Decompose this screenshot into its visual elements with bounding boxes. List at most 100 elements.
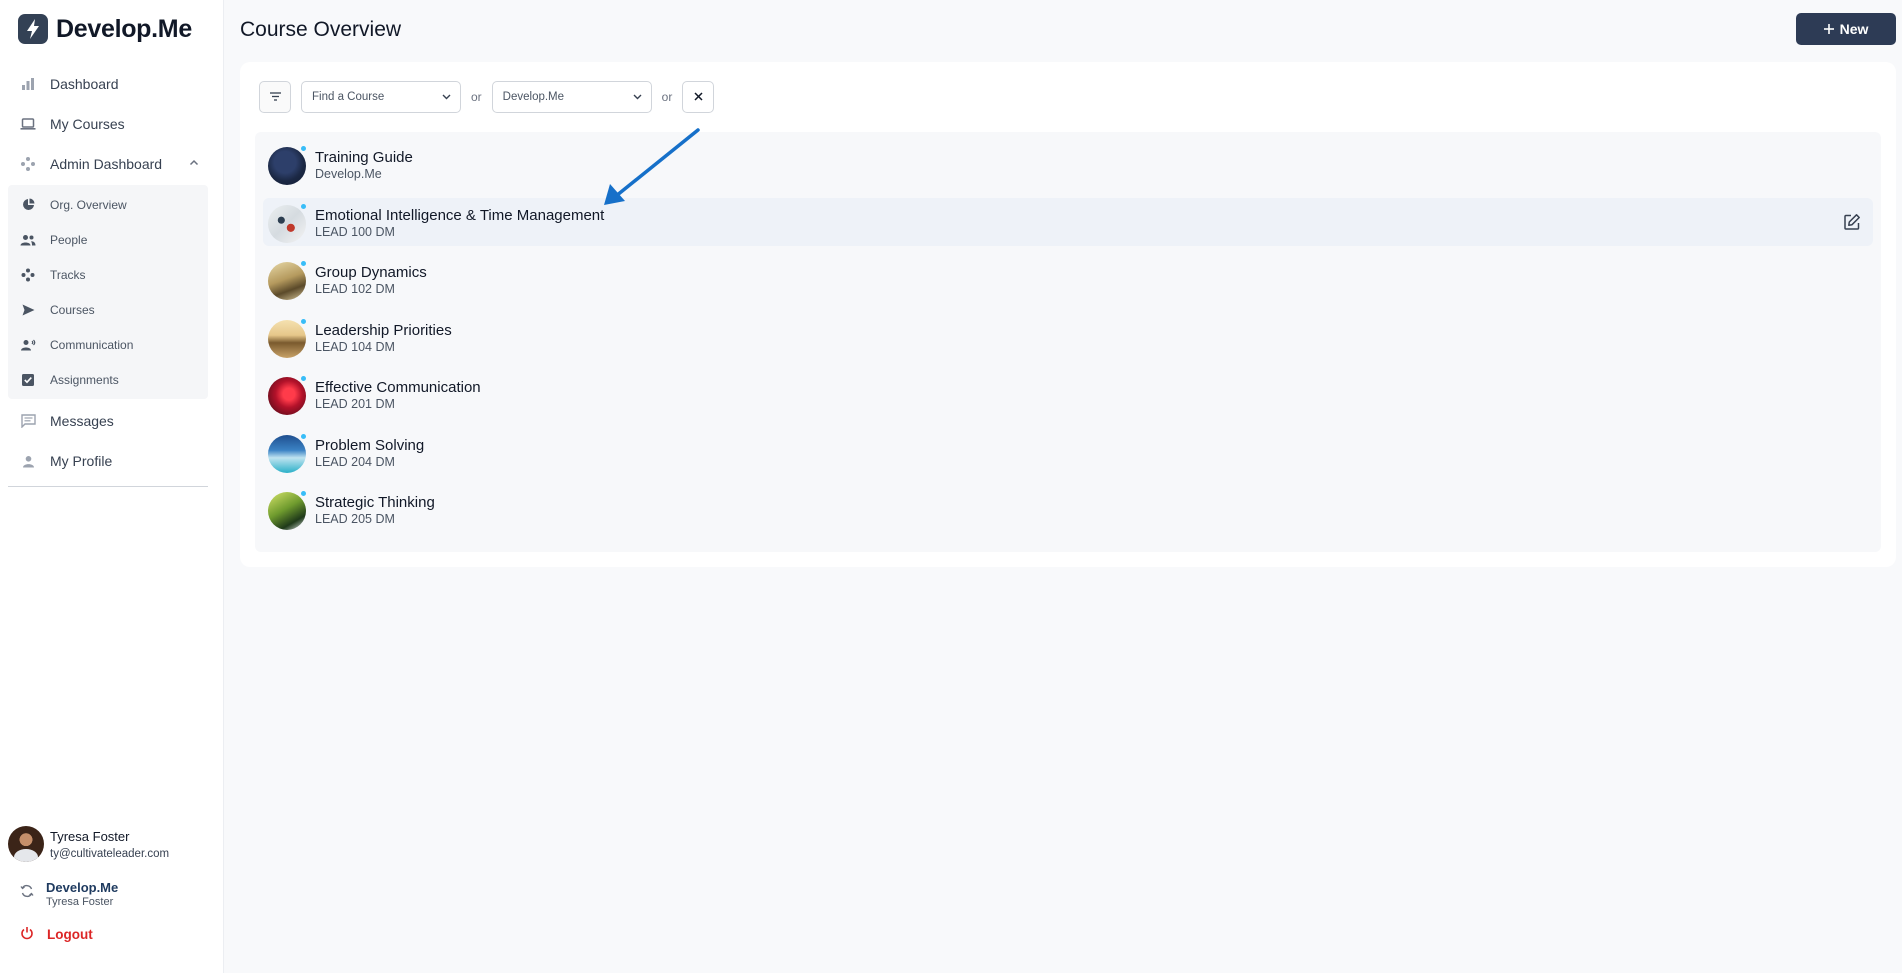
filter-bar: Find a Course or Develop.Me or bbox=[259, 81, 715, 113]
pie-chart-icon bbox=[20, 197, 36, 213]
filter-button[interactable] bbox=[259, 81, 291, 113]
avatar bbox=[8, 826, 44, 862]
nav-my-profile[interactable]: My Profile bbox=[8, 441, 208, 481]
course-overview-card: Find a Course or Develop.Me or Training … bbox=[240, 62, 1896, 567]
plus-icon bbox=[1823, 21, 1834, 37]
course-title: Problem Solving bbox=[315, 437, 425, 454]
nav-label: Dashboard bbox=[50, 76, 119, 92]
chevron-up-icon[interactable] bbox=[188, 156, 200, 172]
nav-label: My Profile bbox=[50, 453, 113, 469]
course-title: Strategic Thinking bbox=[315, 494, 435, 511]
status-dot bbox=[301, 319, 306, 324]
course-thumbnail bbox=[268, 377, 306, 415]
clear-filters-button[interactable] bbox=[682, 81, 715, 113]
status-dot bbox=[301, 434, 306, 439]
course-select-value: Find a Course bbox=[312, 91, 385, 103]
new-course-button[interactable]: New bbox=[1796, 13, 1896, 45]
status-dot bbox=[301, 376, 306, 381]
course-code: LEAD 205 DM bbox=[315, 512, 395, 526]
course-list: Training Guide Develop.Me Emotional Inte… bbox=[255, 132, 1881, 552]
course-code: Develop.Me bbox=[315, 167, 382, 181]
logout-label: Logout bbox=[47, 927, 93, 942]
user-profile[interactable]: Tyresa Foster ty@cultivateleader.com bbox=[8, 826, 169, 862]
sub-label: Org. Overview bbox=[50, 197, 127, 212]
sub-label: Assignments bbox=[50, 372, 119, 387]
sub-label: Tracks bbox=[50, 267, 86, 282]
sidebar-item-people[interactable]: People bbox=[8, 222, 208, 257]
course-code: LEAD 102 DM bbox=[315, 282, 395, 296]
new-label: New bbox=[1839, 21, 1869, 37]
sidebar-divider bbox=[8, 486, 208, 487]
nav-messages[interactable]: Messages bbox=[8, 401, 208, 441]
logout-button[interactable]: Logout bbox=[20, 926, 93, 943]
chevron-down-icon bbox=[633, 91, 642, 103]
nav-label: Messages bbox=[50, 413, 114, 429]
nav-admin-dashboard[interactable]: Admin Dashboard bbox=[8, 144, 208, 184]
sidebar-item-courses[interactable]: Courses bbox=[8, 292, 208, 327]
course-code: LEAD 104 DM bbox=[315, 340, 395, 354]
user-email: ty@cultivateleader.com bbox=[50, 847, 170, 860]
status-dot bbox=[301, 491, 306, 496]
course-row[interactable]: Emotional Intelligence & Time Management… bbox=[263, 198, 1873, 246]
sidebar-item-assignments[interactable]: Assignments bbox=[8, 362, 208, 397]
status-dot bbox=[301, 204, 306, 209]
nav-dashboard[interactable]: Dashboard bbox=[8, 64, 208, 104]
course-title: Emotional Intelligence & Time Management bbox=[315, 207, 605, 224]
course-thumbnail bbox=[268, 435, 306, 473]
org-switcher[interactable]: Develop.Me Tyresa Foster bbox=[20, 880, 118, 908]
power-icon bbox=[20, 926, 34, 943]
or-separator: or bbox=[471, 90, 482, 104]
course-title: Leadership Priorities bbox=[315, 322, 452, 339]
nav-label: My Courses bbox=[50, 116, 125, 132]
course-row[interactable]: Group Dynamics LEAD 102 DM bbox=[263, 255, 1873, 303]
course-code: LEAD 201 DM bbox=[315, 397, 395, 411]
course-row[interactable]: Strategic Thinking LEAD 205 DM bbox=[263, 485, 1873, 533]
course-row[interactable]: Leadership Priorities LEAD 104 DM bbox=[263, 313, 1873, 361]
close-icon bbox=[694, 88, 703, 106]
course-select[interactable]: Find a Course bbox=[301, 81, 461, 113]
organization-select[interactable]: Develop.Me bbox=[491, 81, 652, 113]
nav-my-courses[interactable]: My Courses bbox=[8, 104, 208, 144]
course-thumbnail bbox=[268, 147, 306, 185]
message-icon bbox=[20, 413, 36, 429]
checkbox-icon bbox=[20, 372, 36, 388]
org-name: Develop.Me bbox=[46, 880, 119, 895]
annotation-arrow-icon bbox=[604, 128, 700, 205]
course-code: LEAD 100 DM bbox=[315, 225, 395, 239]
page-title: Course Overview bbox=[240, 18, 402, 41]
tracks-icon bbox=[20, 267, 36, 283]
admin-subnav: Org. Overview People Tracks Courses Comm… bbox=[8, 185, 208, 399]
lightning-icon bbox=[18, 14, 48, 44]
sidebar-item-tracks[interactable]: Tracks bbox=[8, 257, 208, 292]
edit-icon[interactable] bbox=[1843, 213, 1861, 236]
bar-chart-icon bbox=[20, 76, 36, 92]
sidebar: Develop.Me Dashboard My Courses Admin Da… bbox=[0, 0, 224, 973]
course-title: Effective Communication bbox=[315, 379, 481, 396]
sub-label: Courses bbox=[50, 302, 95, 317]
settings-cluster-icon bbox=[20, 156, 36, 172]
sidebar-item-communication[interactable]: Communication bbox=[8, 327, 208, 362]
course-row[interactable]: Effective Communication LEAD 201 DM bbox=[263, 370, 1873, 418]
people-icon bbox=[20, 232, 36, 248]
main-nav: Dashboard My Courses Admin Dashboard Org… bbox=[8, 64, 208, 481]
or-separator: or bbox=[661, 90, 673, 104]
course-row[interactable]: Problem Solving LEAD 204 DM bbox=[263, 428, 1873, 476]
course-thumbnail bbox=[268, 492, 306, 530]
course-title: Group Dynamics bbox=[315, 264, 427, 281]
status-dot bbox=[301, 146, 306, 151]
brand-logo[interactable]: Develop.Me bbox=[18, 14, 192, 44]
nav-label: Admin Dashboard bbox=[50, 156, 163, 172]
brand-name: Develop.Me bbox=[56, 14, 192, 43]
course-code: LEAD 204 DM bbox=[315, 455, 395, 469]
person-voice-icon bbox=[20, 337, 36, 353]
laptop-icon bbox=[20, 116, 36, 132]
course-thumbnail bbox=[268, 205, 306, 243]
course-row[interactable]: Training Guide Develop.Me bbox=[263, 140, 1873, 188]
chevron-down-icon bbox=[442, 91, 451, 103]
switch-icon bbox=[20, 884, 34, 903]
person-icon bbox=[20, 453, 36, 469]
filter-icon bbox=[269, 88, 281, 106]
sidebar-item-org-overview[interactable]: Org. Overview bbox=[8, 187, 208, 222]
status-dot bbox=[301, 261, 306, 266]
organization-select-value: Develop.Me bbox=[502, 91, 565, 103]
